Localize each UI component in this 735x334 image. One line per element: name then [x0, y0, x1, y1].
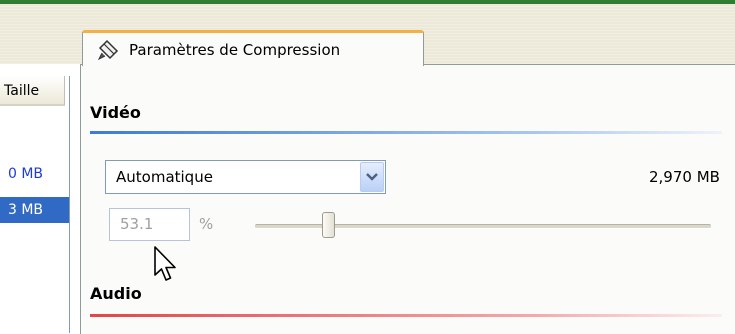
audio-section-title: Audio — [90, 284, 142, 303]
video-section-divider — [90, 131, 722, 134]
quality-slider-thumb[interactable] — [322, 212, 335, 238]
audio-section-divider — [90, 314, 722, 317]
column-header-size[interactable]: Taille — [0, 76, 65, 106]
mouse-cursor-icon — [154, 246, 176, 281]
estimated-size: 2,970 MB — [649, 168, 720, 186]
list-item-selected[interactable]: 3 MB — [0, 197, 69, 223]
tab-label: Paramètres de Compression — [129, 40, 341, 59]
compression-settings-icon — [97, 39, 119, 60]
chevron-down-icon — [366, 173, 378, 181]
video-mode-value: Automatique — [116, 168, 213, 186]
file-list-panel: Taille 0 MB 3 MB — [0, 76, 70, 333]
video-section-title: Vidéo — [90, 103, 141, 122]
video-mode-select[interactable]: Automatique — [105, 160, 386, 194]
tab-compression-settings[interactable]: Paramètres de Compression — [82, 30, 424, 66]
compression-settings-panel — [80, 64, 735, 334]
percent-label: % — [199, 215, 214, 233]
dropdown-button[interactable] — [360, 162, 384, 192]
list-item[interactable]: 0 MB — [0, 161, 69, 187]
video-quality-input[interactable]: 53.1 — [109, 208, 190, 241]
